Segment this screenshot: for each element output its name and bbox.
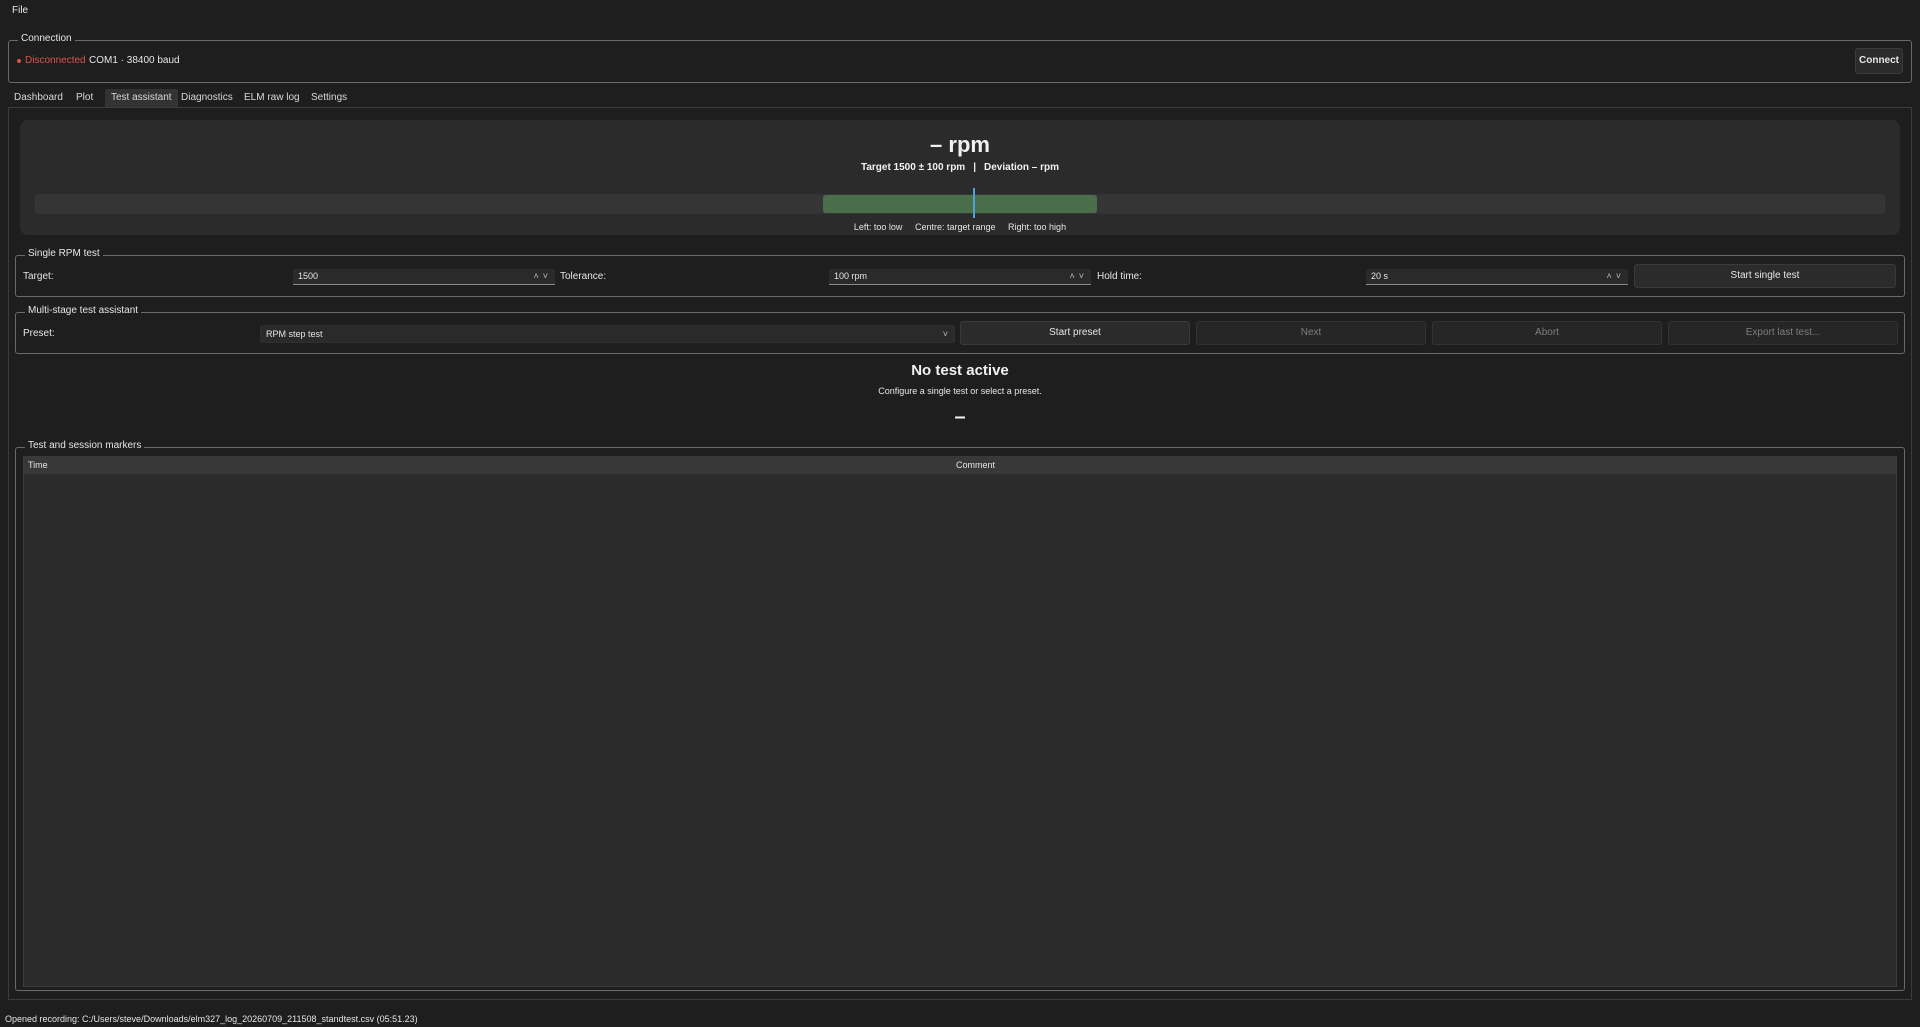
hold-time-value: 20 s xyxy=(1371,271,1389,281)
tab-elm-raw-log[interactable]: ELM raw log xyxy=(238,89,306,107)
tab-plot[interactable]: Plot xyxy=(70,89,99,107)
tab-dashboard[interactable]: Dashboard xyxy=(8,89,69,107)
spin-arrows-icon[interactable]: ˄˅ xyxy=(1606,269,1625,284)
port-info: COM1 · 38400 baud xyxy=(89,55,180,66)
connection-group-title: Connection xyxy=(18,33,75,44)
connect-button[interactable]: Connect xyxy=(1855,48,1903,74)
tab-settings[interactable]: Settings xyxy=(305,89,353,107)
rpm-target-line: Target 1500 ± 100 rpm | Deviation – rpm xyxy=(20,162,1900,173)
test-status-indicator: – xyxy=(954,406,966,428)
test-status-subtitle: Configure a single test or select a pres… xyxy=(878,386,1042,396)
abort-button[interactable]: Abort xyxy=(1432,321,1662,345)
single-test-title: Single RPM test xyxy=(25,248,103,259)
preset-label: Preset: xyxy=(23,328,55,339)
connection-group: Connection Disconnected COM1 · 38400 bau… xyxy=(8,33,1912,83)
tolerance-spinbox[interactable]: 100 rpm ˄˅ xyxy=(829,269,1091,285)
test-status-title: No test active xyxy=(911,362,1009,379)
chevron-down-icon: ˅ xyxy=(942,329,948,339)
target-text: Target 1500 ± 100 rpm xyxy=(860,162,966,173)
rpm-gauge-track xyxy=(35,188,1885,218)
preset-value: RPM step test xyxy=(266,329,323,339)
deviation-text: Deviation – rpm xyxy=(984,162,1060,173)
start-preset-button[interactable]: Start preset xyxy=(960,321,1190,345)
column-header-time[interactable]: Time xyxy=(28,457,48,474)
table-header: Time Comment xyxy=(24,457,1896,474)
separator: | xyxy=(973,162,977,173)
legend-right: Right: too high xyxy=(1008,222,1067,232)
tolerance-label: Tolerance: xyxy=(560,271,607,282)
gauge-legend: Left: too low Centre: target range Right… xyxy=(20,222,1900,232)
tab-test-assistant[interactable]: Test assistant xyxy=(105,89,178,107)
target-label: Target: xyxy=(23,271,54,282)
status-bar-message: Opened recording: C:/Users/steve/Downloa… xyxy=(5,1014,418,1024)
legend-centre: Centre: target range xyxy=(914,222,996,232)
export-last-test-button[interactable]: Export last test... xyxy=(1668,321,1898,345)
next-button[interactable]: Next xyxy=(1196,321,1426,345)
connection-status: Disconnected xyxy=(25,55,86,66)
spin-arrows-icon[interactable]: ˄˅ xyxy=(1069,269,1088,284)
column-header-comment[interactable]: Comment xyxy=(956,457,995,474)
hold-time-spinbox[interactable]: 20 s ˄˅ xyxy=(1366,269,1628,285)
menu-bar: File xyxy=(0,0,1920,22)
rpm-gauge-card: – rpm Target 1500 ± 100 rpm | Deviation – … xyxy=(20,120,1900,235)
markers-table[interactable]: Time Comment xyxy=(23,456,1897,987)
hold-time-label: Hold time: xyxy=(1097,271,1143,282)
rpm-value: – rpm xyxy=(930,132,990,157)
start-single-test-button[interactable]: Start single test xyxy=(1634,264,1896,288)
preset-select[interactable]: RPM step test ˅ xyxy=(260,325,955,343)
target-spinbox[interactable]: 1500 ˄˅ xyxy=(293,269,555,285)
multi-stage-group: Multi-stage test assistant Preset: RPM s… xyxy=(15,305,1905,354)
multi-stage-title: Multi-stage test assistant xyxy=(25,305,142,316)
single-rpm-test-group: Single RPM test Target: 1500 ˄˅ Toleranc… xyxy=(15,248,1905,297)
target-range-zone xyxy=(823,195,1097,213)
legend-left: Left: too low xyxy=(853,222,903,232)
target-value: 1500 xyxy=(298,271,319,281)
markers-group-title: Test and session markers xyxy=(25,440,145,451)
spin-arrows-icon[interactable]: ˄˅ xyxy=(533,269,552,284)
status-dot-icon xyxy=(17,59,21,63)
tolerance-value: 100 rpm xyxy=(834,271,868,281)
tab-diagnostics[interactable]: Diagnostics xyxy=(175,89,239,107)
rpm-needle xyxy=(973,188,975,218)
menu-file[interactable]: File xyxy=(12,5,28,16)
markers-group: Test and session markers Time Comment xyxy=(15,440,1905,991)
